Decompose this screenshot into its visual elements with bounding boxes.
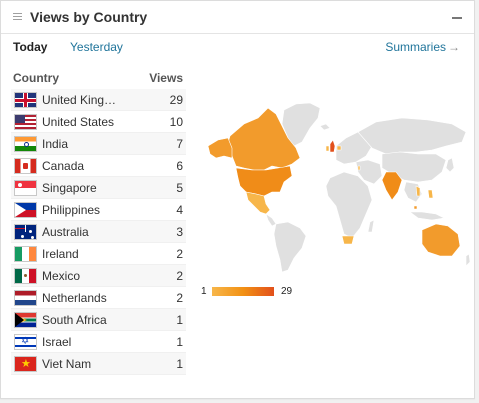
country-row[interactable]: South Africa 1 xyxy=(11,309,186,331)
iceland-region[interactable] xyxy=(319,123,331,131)
column-header-views: Views xyxy=(149,71,183,85)
country-name: United King… xyxy=(42,92,117,107)
country-views: 2 xyxy=(176,268,183,283)
singapore-region[interactable] xyxy=(413,205,418,210)
views-by-country-widget: Views by Country Today Yesterday Summari… xyxy=(0,0,475,399)
arrow-right-icon: → xyxy=(448,40,460,54)
netherlands-flag-icon xyxy=(14,289,37,306)
country-name: United States xyxy=(42,114,115,129)
uk-region[interactable] xyxy=(329,139,336,153)
country-row[interactable]: Philippines 4 xyxy=(11,199,186,221)
mexico-region[interactable] xyxy=(245,191,271,215)
country-views: 10 xyxy=(169,114,183,129)
mexico-flag-icon xyxy=(14,267,37,284)
australia-region[interactable] xyxy=(421,223,461,257)
country-views: 1 xyxy=(176,334,183,349)
country-row[interactable]: United States 10 xyxy=(11,111,186,133)
south-africa-flag-icon xyxy=(14,311,37,328)
country-row[interactable]: India 7 xyxy=(11,133,186,155)
country-row[interactable]: Ireland 2 xyxy=(11,243,186,265)
philippines-flag-icon xyxy=(14,201,37,218)
india-flag-icon xyxy=(14,135,37,152)
israel-region[interactable] xyxy=(357,165,361,171)
country-name: Philippines xyxy=(42,202,101,217)
russia-region[interactable] xyxy=(357,117,467,155)
collapse-icon[interactable] xyxy=(452,17,462,19)
africa-region[interactable] xyxy=(325,171,373,239)
country-views: 7 xyxy=(176,136,183,151)
column-header-country: Country xyxy=(13,71,59,85)
legend-gradient-bar xyxy=(212,287,274,296)
south-africa-region[interactable] xyxy=(341,235,355,245)
summaries-link[interactable]: Summaries → xyxy=(385,40,460,54)
color-scale-legend: 1 29 xyxy=(199,285,309,297)
israel-flag-icon xyxy=(14,333,37,350)
country-row[interactable]: United King… 29 xyxy=(11,89,186,111)
tab-today[interactable]: Today xyxy=(13,40,47,54)
country-row[interactable]: Australia 3 xyxy=(11,221,186,243)
country-views: 2 xyxy=(176,246,183,261)
usa-region[interactable] xyxy=(235,165,293,197)
country-name: Netherlands xyxy=(42,290,107,305)
south-america-region[interactable] xyxy=(273,221,307,273)
australia-flag-icon xyxy=(14,223,37,240)
indonesia-region[interactable] xyxy=(409,211,445,221)
country-row[interactable]: Canada 6 xyxy=(11,155,186,177)
india-region[interactable] xyxy=(381,171,403,201)
country-row[interactable]: Netherlands 2 xyxy=(11,287,186,309)
ireland-flag-icon xyxy=(14,245,37,262)
vietnam-region[interactable] xyxy=(415,185,421,197)
country-views: 3 xyxy=(176,224,183,239)
singapore-flag-icon xyxy=(14,179,37,196)
country-name: Israel xyxy=(42,334,72,349)
country-views: 2 xyxy=(176,290,183,305)
us-flag-icon xyxy=(14,113,37,130)
widget-title: Views by Country xyxy=(30,9,148,25)
country-name: Mexico xyxy=(42,268,81,283)
central-america-region[interactable] xyxy=(265,213,277,227)
vietnam-flag-icon xyxy=(14,355,37,372)
summaries-label: Summaries xyxy=(385,40,446,54)
country-name: Singapore xyxy=(42,180,97,195)
uk-flag-icon xyxy=(14,91,37,108)
world-map[interactable] xyxy=(196,96,473,276)
country-views: 1 xyxy=(176,312,183,327)
drag-handle-icon[interactable] xyxy=(13,13,22,22)
canada-flag-icon xyxy=(14,157,37,174)
alaska-region[interactable] xyxy=(207,137,233,159)
country-row[interactable]: Viet Nam 1 xyxy=(11,353,186,375)
country-name: Australia xyxy=(42,224,89,239)
country-list: United King… 29 United States 10 India 7 Ca… xyxy=(11,89,186,375)
japan-region[interactable] xyxy=(445,157,455,173)
country-name: Canada xyxy=(42,158,85,173)
country-name: Viet Nam xyxy=(42,356,92,371)
legend-max: 29 xyxy=(281,286,293,297)
country-views: 4 xyxy=(176,202,183,217)
country-row[interactable]: Singapore 5 xyxy=(11,177,186,199)
country-name: South Africa xyxy=(42,312,107,327)
country-views: 6 xyxy=(176,158,183,173)
country-row[interactable]: Israel 1 xyxy=(11,331,186,353)
legend-min: 1 xyxy=(201,286,207,297)
netherlands-region[interactable] xyxy=(336,145,342,151)
country-views: 1 xyxy=(176,356,183,371)
country-views: 5 xyxy=(176,180,183,195)
country-row[interactable]: Mexico 2 xyxy=(11,265,186,287)
tab-yesterday[interactable]: Yesterday xyxy=(70,40,123,54)
new-zealand-region[interactable] xyxy=(465,253,471,267)
country-views: 29 xyxy=(169,92,183,107)
madagascar-region[interactable] xyxy=(367,219,375,233)
philippines-region[interactable] xyxy=(427,189,434,199)
widget-header: Views by Country xyxy=(1,1,474,34)
country-name: India xyxy=(42,136,69,151)
country-name: Ireland xyxy=(42,246,79,261)
ireland-region[interactable] xyxy=(325,145,330,152)
